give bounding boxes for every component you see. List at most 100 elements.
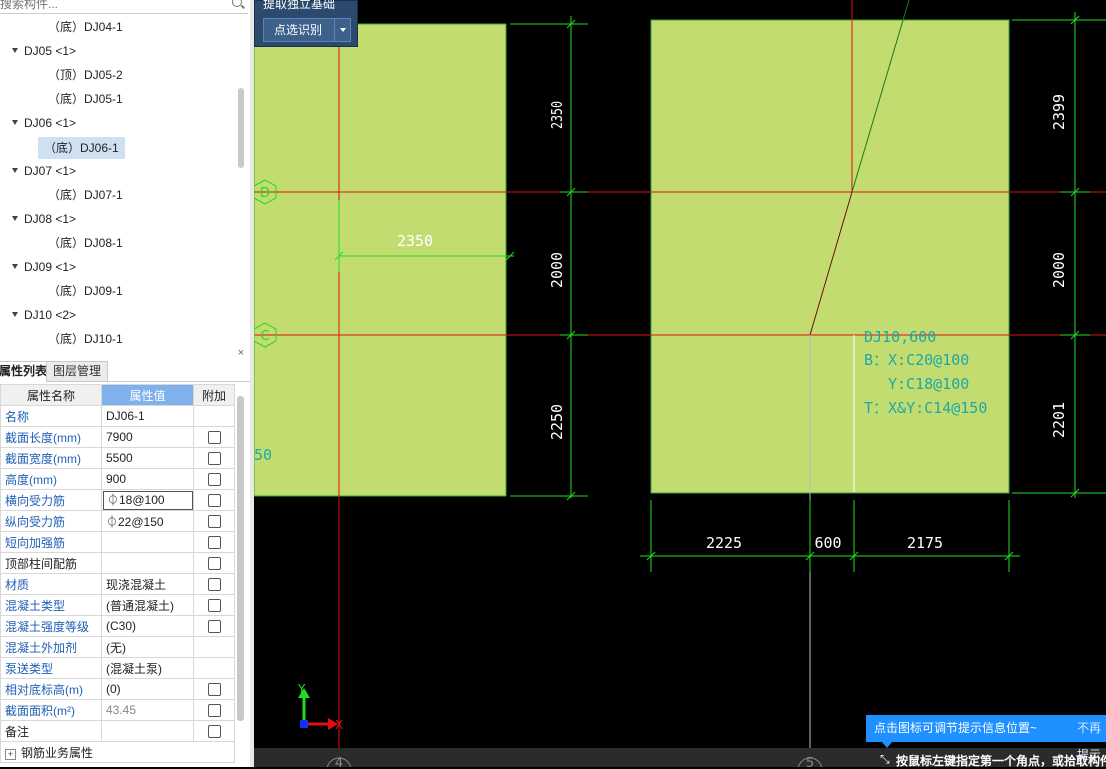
property-row[interactable]: 备注 <box>0 720 235 742</box>
point-recognize-button[interactable]: 点选识别 <box>263 18 351 42</box>
extra-checkbox[interactable] <box>207 578 221 592</box>
property-name: 短向加强筋 <box>0 531 102 553</box>
tree-group-dj09[interactable]: DJ09 <1> <box>12 256 76 278</box>
property-value[interactable]: 7900 <box>101 426 194 448</box>
property-row[interactable]: 纵向受力筋 ⏀22@150 <box>0 510 235 532</box>
header-value[interactable]: 属性值 <box>101 384 194 406</box>
property-name: 备注 <box>0 720 102 742</box>
header-name: 属性名称 <box>0 384 102 406</box>
dim-right-top: 2399 <box>1050 94 1068 130</box>
extra-checkbox[interactable] <box>207 431 221 445</box>
tree-group-dj07[interactable]: DJ07 <1> <box>12 160 76 182</box>
tree-group-dj05[interactable]: DJ05 <1> <box>12 40 76 62</box>
tree-item[interactable]: （底）DJ07-1 <box>48 184 123 206</box>
extra-checkbox[interactable] <box>207 599 221 613</box>
dropdown-arrow-icon[interactable] <box>340 28 346 32</box>
command-prompt: 按鼠标左键指定第一个角点，或拾取构件图元 <box>896 754 1106 768</box>
tree-item[interactable]: （底）DJ05-1 <box>48 88 123 110</box>
property-value[interactable]: 现浇混凝土 <box>101 573 194 595</box>
property-scrollbar[interactable] <box>237 396 244 721</box>
extra-checkbox[interactable] <box>207 536 221 550</box>
dim-left-top: 2350 <box>548 101 566 129</box>
tree-group-dj10[interactable]: DJ10 <2> <box>12 304 76 326</box>
tree-item[interactable]: （底）DJ09-1 <box>48 280 123 302</box>
property-value[interactable]: (混凝土泵) <box>101 657 194 679</box>
property-extra <box>193 405 235 427</box>
extra-checkbox[interactable] <box>207 557 221 571</box>
property-row[interactable]: + 钢筋业务属性 <box>0 741 235 763</box>
footing-right[interactable] <box>650 19 1010 494</box>
property-row[interactable]: 材质 现浇混凝土 <box>0 573 235 595</box>
tree-item[interactable]: （底）DJ10-1 <box>48 328 123 346</box>
property-extra <box>193 573 235 595</box>
property-row[interactable]: 横向受力筋 ⏀18@100 <box>0 489 235 511</box>
extract-footing-button[interactable]: 提取独立基础 <box>263 0 335 12</box>
expand-arrow-icon[interactable] <box>12 216 18 222</box>
extra-checkbox[interactable] <box>207 515 221 529</box>
extra-checkbox[interactable] <box>207 452 221 466</box>
property-row[interactable]: 混凝土外加剂 (无) <box>0 636 235 658</box>
property-row[interactable]: 截面面积(m²) 43.45 <box>0 699 235 721</box>
property-row[interactable]: 混凝土强度等级 (C30) <box>0 615 235 637</box>
expand-arrow-icon[interactable] <box>12 48 18 54</box>
property-row[interactable]: 高度(mm) 900 <box>0 468 235 490</box>
property-value[interactable]: 43.45 <box>101 699 194 721</box>
close-icon[interactable]: × <box>238 347 244 359</box>
property-row[interactable]: 短向加强筋 <box>0 531 235 553</box>
search-input[interactable] <box>0 0 225 12</box>
tree-group-dj08[interactable]: DJ08 <1> <box>12 208 76 230</box>
property-row[interactable]: 相对底标高(m) (0) <box>0 678 235 700</box>
property-row[interactable]: 混凝土类型 (普通混凝土) <box>0 594 235 616</box>
property-panel: × 属性列表 图层管理 属性名称 属性值 附加 名称 DJ06-1 截面长度(mm)… <box>0 347 250 767</box>
tree-item[interactable]: （顶）DJ05-2 <box>48 64 123 86</box>
property-value[interactable] <box>101 720 194 742</box>
expand-arrow-icon[interactable] <box>12 168 18 174</box>
annotation-line: Y:C18@100 <box>888 375 969 393</box>
tip-banner[interactable]: 点击图标可调节提示信息位置~ 不再提示 <box>866 715 1106 762</box>
property-extra <box>193 678 235 700</box>
table-header: 属性名称 属性值 附加 <box>0 384 235 406</box>
property-row[interactable]: 截面宽度(mm) 5500 <box>0 447 235 469</box>
dim-bottom-1: 2225 <box>706 534 742 552</box>
property-value[interactable] <box>101 531 194 553</box>
annotation-line: B：X:C20@100 <box>864 351 969 369</box>
property-row[interactable]: 截面长度(mm) 7900 <box>0 426 235 448</box>
expand-plus-icon[interactable]: + <box>5 748 16 760</box>
property-value[interactable]: (普通混凝土) <box>101 594 194 616</box>
tab-layer-manager[interactable]: 图层管理 <box>46 361 109 382</box>
property-value[interactable]: (C30) <box>101 615 194 637</box>
tree-item[interactable]: （底）DJ04-1 <box>48 16 123 38</box>
tree-item[interactable]: （底）DJ08-1 <box>48 232 123 254</box>
dim-right-bot: 2201 <box>1050 402 1068 438</box>
expand-arrow-icon[interactable] <box>12 264 18 270</box>
property-row[interactable]: 顶部柱间配筋 <box>0 552 235 574</box>
property-value[interactable]: ⏀22@150 <box>101 510 194 532</box>
tree-group-dj06[interactable]: DJ06 <1> <box>12 112 76 134</box>
expand-arrow-icon[interactable] <box>12 312 18 318</box>
property-row[interactable]: 名称 DJ06-1 <box>0 405 235 427</box>
extra-checkbox[interactable] <box>207 704 221 718</box>
tree-item-selected[interactable]: （底）DJ06-1 <box>38 137 125 159</box>
expand-arrow-icon[interactable] <box>12 120 18 126</box>
footing-left[interactable] <box>254 23 507 497</box>
cad-canvas[interactable]: 2350 2000 2250 2399 2000 2201 2350 2225 … <box>254 0 1106 748</box>
property-value[interactable]: DJ06-1 <box>101 405 194 427</box>
extra-checkbox[interactable] <box>207 494 221 508</box>
resize-icon[interactable]: ⤡ <box>880 752 890 767</box>
extra-checkbox[interactable] <box>207 620 221 634</box>
property-extra <box>193 636 235 658</box>
recognition-toolbar: 提取独立基础 点选识别 <box>254 0 358 47</box>
property-value[interactable] <box>101 552 194 574</box>
tree-scrollbar[interactable] <box>238 88 244 168</box>
property-value[interactable]: ⏀18@100 <box>101 489 194 511</box>
property-value[interactable]: (0) <box>101 678 194 700</box>
property-value[interactable]: 5500 <box>101 447 194 469</box>
property-value[interactable]: 900 <box>101 468 194 490</box>
property-row[interactable]: 泵送类型 (混凝土泵) <box>0 657 235 679</box>
extra-checkbox[interactable] <box>207 473 221 487</box>
extra-checkbox[interactable] <box>207 725 221 739</box>
component-search <box>0 0 248 14</box>
extra-checkbox[interactable] <box>207 683 221 697</box>
search-icon[interactable] <box>232 0 242 7</box>
property-value[interactable]: (无) <box>101 636 194 658</box>
